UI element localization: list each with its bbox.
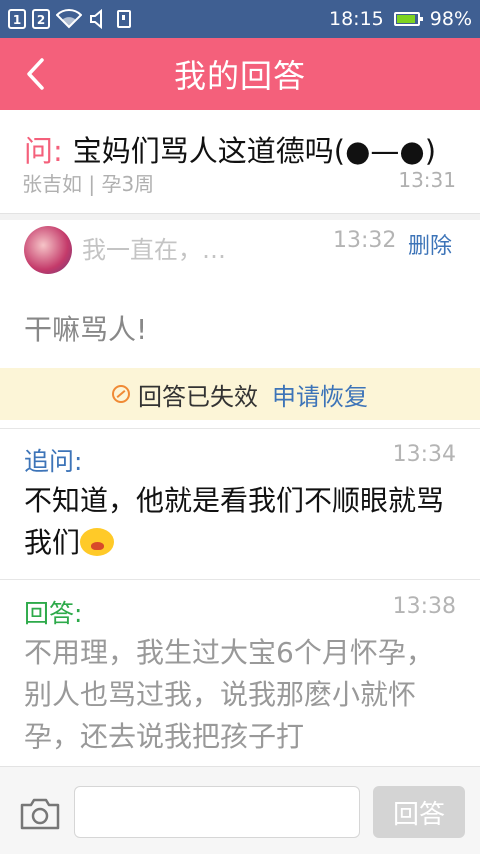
status-bar: 1 2 18:15 98%	[0, 0, 480, 38]
reply-text: 不用理，我生过大宝6个月怀孕，别人也骂过我，说我那麽小就怀孕，还去说我把孩子打	[24, 636, 434, 753]
battery-icon	[393, 12, 423, 26]
submit-reply-button[interactable]: 回答	[373, 786, 465, 838]
app-header: 我的回答	[0, 38, 480, 110]
camera-icon[interactable]	[18, 796, 62, 832]
sim2-icon: 2	[32, 9, 50, 29]
back-button[interactable]	[18, 56, 54, 92]
sim1-icon: 1	[8, 9, 26, 29]
question-card[interactable]: 问: 宝妈们骂人这道德吗(●—●) 张吉如 | 孕3周 13:31	[0, 110, 480, 214]
question-line: 问: 宝妈们骂人这道德吗(●—●)	[24, 128, 436, 170]
answer-time: 13:32	[333, 228, 397, 253]
sim1-label: 1	[12, 13, 22, 27]
delete-button[interactable]: 删除	[408, 228, 452, 260]
status-time: 18:15	[329, 8, 384, 30]
answer-text: 干嘛骂人!	[24, 313, 148, 346]
wifi-icon	[56, 9, 82, 29]
ban-icon	[112, 385, 130, 403]
battery-percent: 98%	[429, 8, 472, 30]
question-prefix: 问:	[24, 134, 63, 168]
status-icons-right: 18:15 98%	[329, 8, 472, 30]
followup-label: 追问:	[24, 447, 83, 476]
mute-speaker-icon	[90, 9, 102, 29]
followup-time: 13:34	[392, 442, 456, 467]
invalid-notice-bar: 回答已失效 申请恢复	[0, 368, 480, 420]
crying-face-icon	[80, 528, 115, 556]
reply-label: 回答:	[24, 599, 83, 628]
invalid-text: 回答已失效	[138, 382, 258, 411]
sd-card-icon	[117, 10, 131, 28]
sim2-label: 2	[36, 13, 46, 27]
divider	[0, 428, 480, 429]
reply-input[interactable]	[74, 786, 360, 838]
followup-text-block: 不知道，他就是看我们不顺眼就骂我们	[24, 480, 454, 564]
divider	[0, 579, 480, 580]
reply-time: 13:38	[392, 594, 456, 619]
answer-author: 我一直在，…	[82, 236, 226, 264]
question-meta: 张吉如 | 孕3周	[22, 172, 155, 196]
avatar[interactable]	[24, 226, 72, 274]
status-icons-left: 1 2	[8, 9, 132, 29]
question-text: 宝妈们骂人这道德吗(●—●)	[72, 134, 437, 168]
chevron-left-icon	[27, 58, 44, 90]
question-time: 13:31	[398, 168, 456, 192]
page-title: 我的回答	[173, 57, 306, 95]
restore-link[interactable]: 申请恢复	[272, 377, 368, 412]
